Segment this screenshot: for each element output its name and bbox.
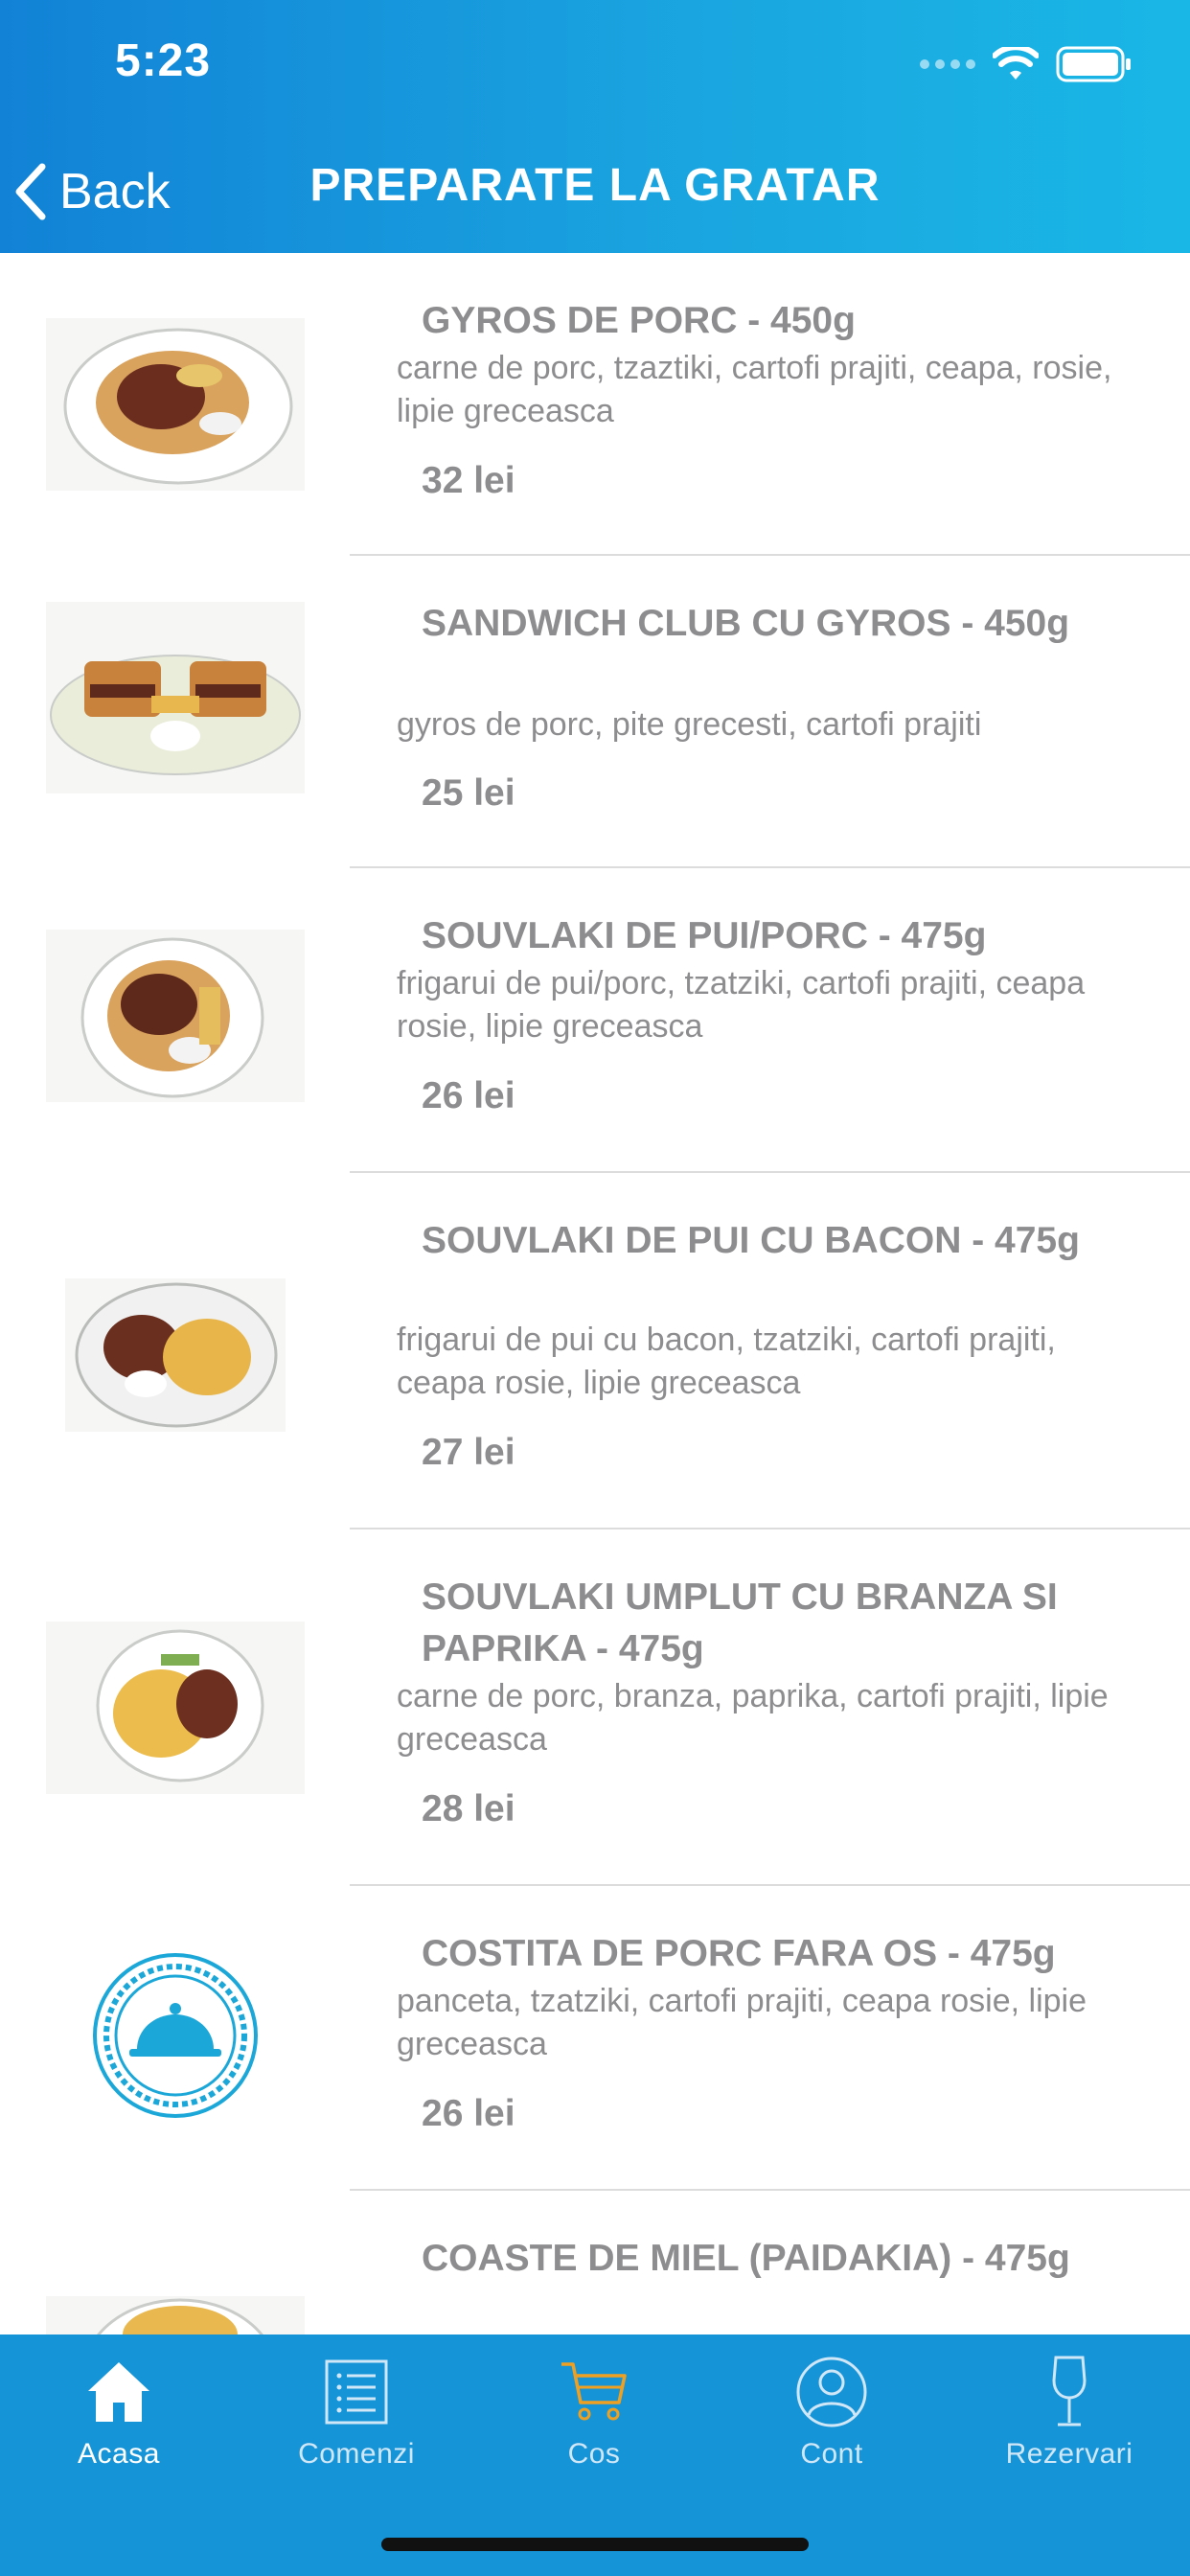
item-description: carne de porc, branza, paprika, cartofi … — [397, 1678, 1109, 1758]
signal-icon — [920, 59, 975, 69]
item-price: 26 lei — [422, 1075, 515, 1116]
list-item[interactable]: COSTITA DE PORC FARA OS - 475g panceta, … — [0, 1886, 1190, 2191]
cart-icon — [561, 2362, 627, 2421]
item-title: SANDWICH CLUB CU GYROS - 450g — [422, 603, 1070, 644]
list-item[interactable]: SOUVLAKI DE PUI/PORC - 475g frigarui de … — [0, 868, 1190, 1173]
status-icons — [920, 42, 1133, 86]
food-image — [46, 2277, 305, 2334]
battery-icon — [1056, 46, 1131, 82]
wine-glass-icon — [1052, 2356, 1087, 2426]
list-item[interactable]: SOUVLAKI DE PUI CU BACON - 475g frigarui… — [0, 1173, 1190, 1530]
item-price: 25 lei — [422, 772, 515, 814]
list-item[interactable]: SANDWICH CLUB CU GYROS - 450g gyros de p… — [0, 556, 1190, 868]
item-title: COASTE DE MIEL (PAIDAKIA) - 475g — [422, 2238, 1070, 2279]
placeholder-image — [46, 1949, 305, 2122]
tab-label: Rezervari — [1005, 2438, 1133, 2470]
account-icon — [796, 2357, 867, 2427]
item-description: panceta, tzatziki, cartofi prajiti, ceap… — [397, 1983, 1087, 2062]
list-item[interactable]: COASTE DE MIEL (PAIDAKIA) - 475g — [0, 2191, 1190, 2334]
header: 5:23 Back PREPARATE LA GRATAR — [0, 0, 1190, 253]
food-image — [46, 602, 305, 794]
item-title: SOUVLAKI DE PUI/PORC - 475g — [422, 915, 987, 956]
page-title: PREPARATE LA GRATAR — [309, 160, 881, 211]
item-description: frigarui de pui cu bacon, tzatziki, cart… — [397, 1322, 1056, 1401]
item-description: gyros de porc, pite grecesti, cartofi pr… — [397, 706, 982, 743]
item-price: 27 lei — [422, 1432, 515, 1473]
item-price: 26 lei — [422, 2093, 515, 2134]
tab-cos[interactable]: Cos — [475, 2354, 713, 2471]
item-price: 28 lei — [422, 1788, 515, 1829]
tab-rezervari[interactable]: Rezervari — [950, 2354, 1188, 2471]
wifi-icon — [993, 47, 1039, 80]
tab-acasa[interactable]: Acasa — [0, 2354, 238, 2471]
food-image — [46, 318, 305, 491]
tab-label: Cont — [800, 2438, 863, 2470]
home-icon — [88, 2362, 149, 2422]
list-item[interactable]: SOUVLAKI UMPLUT CU BRANZA SI PAPRIKA - 4… — [0, 1530, 1190, 1886]
tab-comenzi[interactable]: Comenzi — [238, 2354, 475, 2471]
item-title: GYROS DE PORC - 450g — [422, 300, 856, 341]
food-image — [46, 1269, 305, 1441]
menu-list: GYROS DE PORC - 450g carne de porc, tzaz… — [0, 253, 1190, 2334]
item-price: 32 lei — [422, 460, 515, 501]
home-indicator — [381, 2538, 809, 2551]
item-description: frigarui de pui/porc, tzatziki, cartofi … — [397, 965, 1086, 1045]
food-image — [46, 1622, 305, 1794]
item-description: carne de porc, tzaztiki, cartofi prajiti… — [397, 350, 1112, 429]
item-title: SOUVLAKI DE PUI CU BACON - 475g — [422, 1220, 1080, 1261]
status-time: 5:23 — [115, 35, 212, 86]
food-image — [46, 930, 305, 1102]
tab-label: Acasa — [78, 2438, 160, 2470]
dish-cloche-icon — [93, 1953, 258, 2118]
tab-label: Cos — [567, 2438, 621, 2470]
item-title: SOUVLAKI UMPLUT CU BRANZA SI PAPRIKA - 4… — [422, 1576, 1058, 1669]
tab-label: Comenzi — [298, 2438, 415, 2470]
orders-list-icon — [325, 2359, 388, 2425]
tab-cont[interactable]: Cont — [713, 2354, 950, 2471]
item-title: COSTITA DE PORC FARA OS - 475g — [422, 1933, 1056, 1974]
list-item[interactable]: GYROS DE PORC - 450g carne de porc, tzaz… — [0, 253, 1190, 556]
